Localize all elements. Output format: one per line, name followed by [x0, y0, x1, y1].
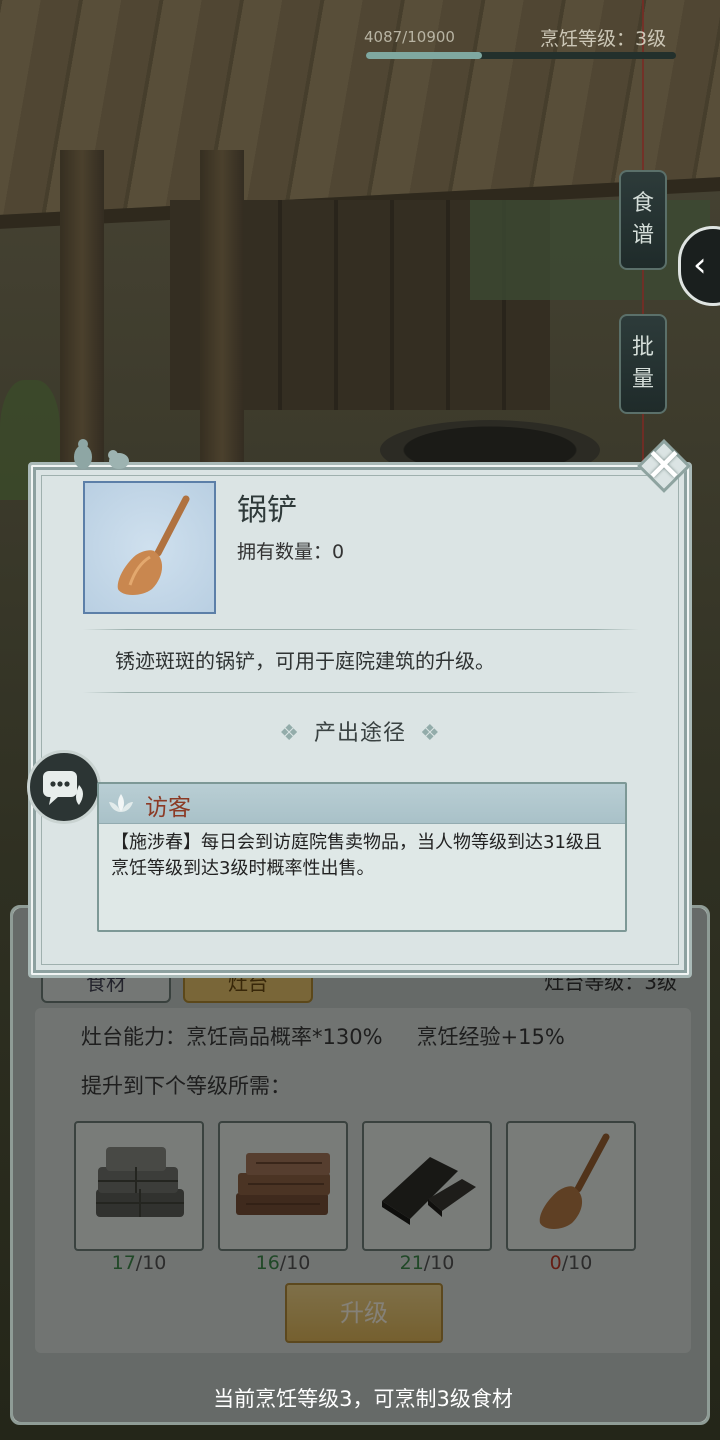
item-detail-dialog: ✕ 锅铲 拥有数量：0 锈迹斑斑的锅铲，可用于庭院建筑的升级。 ❖产出途径❖ — [27, 438, 692, 978]
source-card-header: 访客 — [99, 784, 625, 824]
source-card-label: 访客 — [145, 795, 191, 821]
birds-decoration-icon — [74, 439, 129, 469]
wood-count: 16/10 — [255, 1252, 311, 1274]
cook-level-text: 烹饪等级：3级 — [540, 28, 667, 50]
stove-ability-exp: 烹饪经验+15% — [416, 1025, 565, 1049]
chat-bubble-icon[interactable] — [27, 750, 101, 824]
close-icon: ✕ — [644, 438, 684, 492]
cook-level-note: 当前烹饪等级3，可烹制3级食材 — [213, 1387, 513, 1411]
stove-panel: 食材 灶台 灶台等级：3级 灶台能力：烹饪高品概率*130% 烹饪经验+15% 提… — [10, 905, 710, 1425]
iron-count: 21/10 — [399, 1252, 455, 1274]
upgrade-button[interactable]: 升级 — [285, 1283, 443, 1343]
spatula-material-card[interactable] — [506, 1121, 636, 1251]
spatula-icon — [117, 495, 189, 595]
source-card-text: 【施涉春】每日会到访庭院售卖物品，当人物等级到达31级且烹饪等级到达3级时概率性… — [111, 832, 602, 879]
wooden-post — [60, 150, 104, 480]
stove-ability-text: 灶台能力：烹饪高品概率*130% — [81, 1025, 383, 1049]
source-card-visitor[interactable]: 访客 【施涉春】每日会到访庭院售卖物品，当人物等级到达31级且烹饪等级到达3级时… — [97, 782, 627, 932]
item-name: 锅铲 — [237, 493, 297, 528]
recipe-button-label: 食谱 — [631, 191, 654, 248]
wood-material-card[interactable] — [218, 1121, 348, 1251]
item-image-frame — [83, 481, 216, 614]
wooden-post — [200, 150, 244, 480]
recipe-button[interactable]: 食谱 — [619, 170, 667, 270]
exp-text: 4087/10900 — [364, 28, 455, 46]
item-description: 锈迹斑斑的锅铲，可用于庭院建筑的升级。 — [115, 649, 495, 673]
batch-button[interactable]: 批量 — [619, 314, 667, 414]
close-button[interactable]: ✕ — [635, 437, 693, 495]
stone-count: 17/10 — [111, 1252, 167, 1274]
source-section-title: ❖ 产出途径 ❖ — [279, 721, 441, 746]
exp-bar-fill — [366, 52, 483, 59]
window-garden — [470, 200, 710, 300]
batch-button-label: 批量 — [631, 335, 654, 392]
spatula-count: 0/10 — [549, 1252, 593, 1274]
ornament-icon: ❖ — [420, 721, 441, 746]
stone-material-card[interactable] — [74, 1121, 204, 1251]
iron-ingot-icon — [382, 1157, 476, 1225]
stone-brick-icon — [96, 1147, 184, 1217]
divider — [83, 692, 639, 693]
upgrade-requirement-label: 提升到下个等级所需： — [81, 1074, 291, 1098]
lotus-icon — [109, 794, 133, 812]
item-owned-count: 拥有数量：0 — [237, 541, 345, 563]
ornament-icon: ❖ — [279, 721, 300, 746]
stove-ability: 灶台能力：烹饪高品概率*130% 烹饪经验+15% — [81, 1021, 565, 1051]
iron-material-card[interactable] — [362, 1121, 492, 1251]
divider — [83, 629, 639, 630]
spatula-icon — [539, 1133, 610, 1229]
wood-plank-icon — [236, 1153, 330, 1215]
exp-bar — [366, 52, 676, 59]
